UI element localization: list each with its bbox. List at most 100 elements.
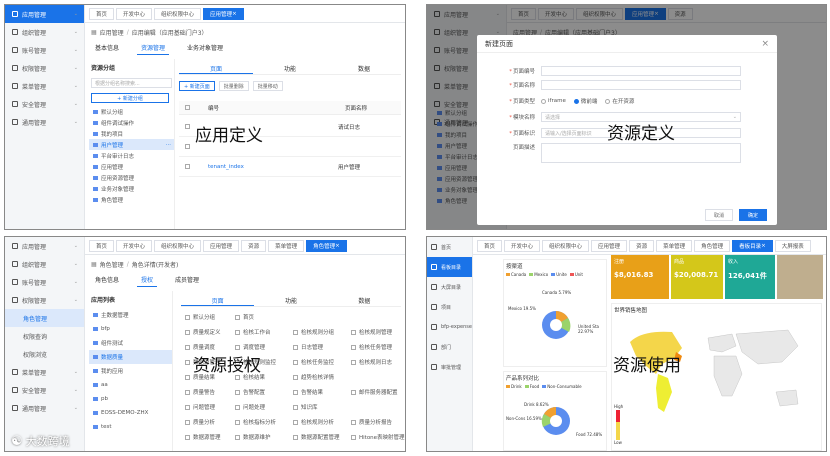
- sidebar-item[interactable]: 看板目录: [427, 257, 472, 277]
- field-input-1[interactable]: [541, 80, 741, 90]
- tab-0[interactable]: 首页: [89, 7, 115, 20]
- tab-1[interactable]: 开发中心: [116, 239, 153, 252]
- tab-4[interactable]: 资源: [241, 239, 267, 252]
- tree-item[interactable]: 用户管理 ···: [89, 139, 174, 150]
- tree-item[interactable]: 应用管理: [89, 161, 174, 172]
- tab-5[interactable]: 菜单管理: [656, 239, 693, 252]
- sidebar-item[interactable]: 首页: [427, 237, 472, 257]
- sidebar-item[interactable]: 权限管理 ⌄: [5, 59, 84, 77]
- tab-0[interactable]: 首页: [477, 239, 503, 252]
- sidebar-item[interactable]: 组织管理 ⌄: [5, 255, 84, 273]
- row-checkbox[interactable]: [185, 144, 190, 149]
- tree-item[interactable]: 业务对象管理: [89, 183, 174, 194]
- permission-checkbox[interactable]: 问题管理: [185, 403, 215, 411]
- permission-checkbox[interactable]: 日志管理: [293, 343, 323, 351]
- tab-3[interactable]: 应用管理: [203, 239, 240, 252]
- app-list-item[interactable]: 数据质量: [89, 350, 172, 364]
- sidebar-item[interactable]: 账号管理 ⌄: [5, 41, 84, 59]
- app-list-item[interactable]: EOSS-DEMO-ZHX: [89, 406, 172, 420]
- tab-2[interactable]: 组织权限中心: [154, 7, 202, 20]
- permission-checkbox[interactable]: 检核指标分析: [235, 418, 276, 426]
- subtab-1[interactable]: 资源管理: [137, 41, 170, 55]
- sidebar-item[interactable]: 审批管理: [427, 357, 472, 377]
- subtab-1[interactable]: 授权: [137, 273, 158, 287]
- sidebar-item[interactable]: 权限浏览: [5, 345, 84, 363]
- breadcrumb-item[interactable]: 应用管理: [100, 28, 124, 37]
- sidebar-item[interactable]: 安全管理 ⌄: [5, 381, 84, 399]
- breadcrumb-item[interactable]: 角色管理: [100, 260, 124, 269]
- radio-1[interactable]: 微前端: [573, 97, 597, 105]
- permission-checkbox[interactable]: 检核任务监控: [293, 358, 334, 366]
- tab-3[interactable]: 应用管理: [591, 239, 628, 252]
- sidebar-item[interactable]: 组织管理 ⌄: [5, 23, 84, 41]
- tab-6[interactable]: 角色管理 ×: [306, 239, 347, 252]
- row-checkbox[interactable]: [185, 124, 190, 129]
- tab-5[interactable]: 菜单管理: [268, 239, 305, 252]
- permission-checkbox[interactable]: 邮件服务器配置: [351, 388, 398, 396]
- close-icon[interactable]: ×: [761, 39, 769, 49]
- sidebar-item[interactable]: 通用管理 ⌄: [5, 399, 84, 417]
- sidebar-item[interactable]: bfp-expense: [427, 317, 472, 337]
- permission-checkbox[interactable]: 知识库: [293, 403, 318, 411]
- permission-checkbox[interactable]: 质量规定义: [185, 328, 221, 336]
- permission-checkbox[interactable]: 检核任务管理: [351, 343, 392, 351]
- row-code[interactable]: tenant_index: [208, 164, 338, 170]
- tree-item[interactable]: 默认分组: [89, 106, 174, 117]
- app-list-item[interactable]: 主数据管理: [89, 308, 172, 322]
- permission-checkbox[interactable]: 质量调度: [185, 343, 215, 351]
- permission-checkbox[interactable]: 检核规则日志: [351, 358, 392, 366]
- tab-2[interactable]: 组织权限中心: [542, 239, 590, 252]
- app-list-item[interactable]: pb: [89, 392, 172, 406]
- permission-checkbox[interactable]: 数据源维护: [235, 433, 271, 441]
- subtab-0[interactable]: 角色信息: [91, 273, 123, 287]
- sidebar-item[interactable]: 通用管理 ⌄: [5, 113, 84, 131]
- toolbar-button-1[interactable]: 批量删除: [218, 81, 249, 91]
- tree-item[interactable]: 我的项目: [89, 128, 174, 139]
- select-all-checkbox[interactable]: [185, 105, 190, 110]
- sidebar-item[interactable]: 安全管理 ⌄: [5, 95, 84, 113]
- tree-item[interactable]: 角色管理: [89, 194, 174, 205]
- resource-tab-2[interactable]: 数据: [328, 293, 401, 306]
- permission-checkbox[interactable]: 质量分析报告: [351, 418, 392, 426]
- group-search-input[interactable]: 根据分组名称搜索...: [91, 78, 172, 88]
- permission-checkbox[interactable]: 首页: [235, 313, 254, 321]
- permission-checkbox[interactable]: 默认分组: [185, 313, 215, 321]
- permission-checkbox[interactable]: 质量分析: [185, 418, 215, 426]
- resource-tab-2[interactable]: 数据: [327, 61, 401, 74]
- radio-2[interactable]: 在开资源: [605, 97, 634, 105]
- cancel-button[interactable]: 取消: [705, 209, 733, 221]
- field-input-0[interactable]: [541, 66, 741, 76]
- row-checkbox[interactable]: [185, 164, 190, 169]
- tab-4[interactable]: 资源: [629, 239, 655, 252]
- permission-checkbox[interactable]: 检核规则分析: [293, 418, 334, 426]
- more-icon[interactable]: ···: [166, 142, 171, 148]
- sidebar-item[interactable]: 应用管理 ⌄: [5, 5, 84, 23]
- resource-tab-1[interactable]: 功能: [253, 61, 327, 74]
- permission-checkbox[interactable]: 检核规则分组: [293, 328, 334, 336]
- sidebar-item[interactable]: 菜单管理 ⌄: [5, 363, 84, 381]
- toolbar-button-2[interactable]: 批量移动: [252, 81, 283, 91]
- permission-checkbox[interactable]: 问题处理: [235, 403, 265, 411]
- permission-checkbox[interactable]: 质量警告: [185, 388, 215, 396]
- radio-0[interactable]: iframe: [541, 98, 566, 104]
- close-icon[interactable]: ×: [232, 11, 237, 17]
- permission-checkbox[interactable]: 检核工作台: [235, 328, 271, 336]
- tab-1[interactable]: 开发中心: [504, 239, 541, 252]
- permission-checkbox[interactable]: 告警配置: [235, 388, 265, 396]
- permission-checkbox[interactable]: 调度管理: [235, 343, 265, 351]
- app-list-item[interactable]: 我的应用: [89, 364, 172, 378]
- tab-7[interactable]: 看板目录 ×: [732, 239, 773, 252]
- subtab-2[interactable]: 业务对象管理: [183, 41, 227, 55]
- tree-item[interactable]: 平台审计日志: [89, 150, 174, 161]
- tab-2[interactable]: 组织权限中心: [154, 239, 202, 252]
- app-list-item[interactable]: bfp: [89, 322, 172, 336]
- sidebar-item[interactable]: 项目: [427, 297, 472, 317]
- table-row[interactable]: tenant_index 用户管理: [179, 157, 401, 177]
- sidebar-item[interactable]: 应用管理 ⌄: [5, 237, 84, 255]
- sidebar-item[interactable]: 账号管理 ⌄: [5, 273, 84, 291]
- app-list-item[interactable]: 组件测试: [89, 336, 172, 350]
- permission-checkbox[interactable]: 数据源管理: [185, 433, 221, 441]
- resource-tab-1[interactable]: 功能: [254, 293, 327, 306]
- page-description-textarea[interactable]: [541, 143, 741, 163]
- sidebar-item[interactable]: 权限管理 ⌄: [5, 291, 84, 309]
